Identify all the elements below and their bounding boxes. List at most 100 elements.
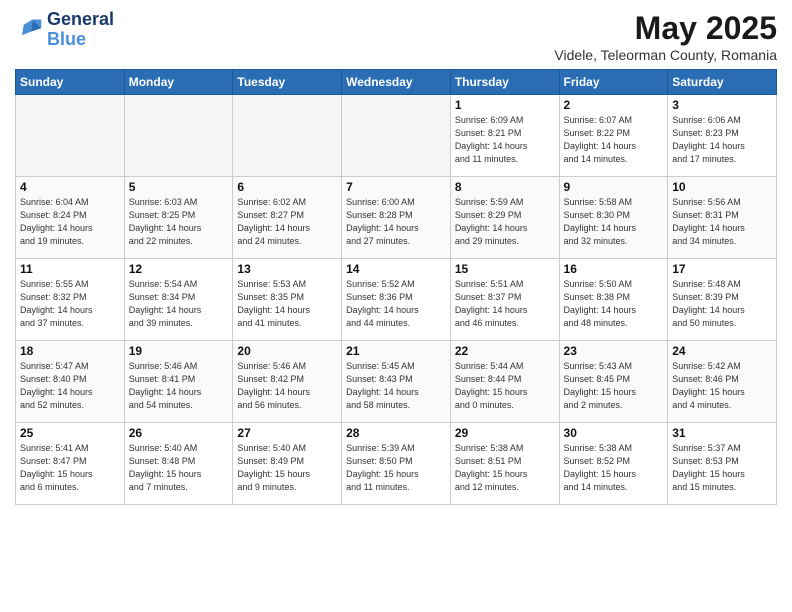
day-number: 23 bbox=[564, 344, 664, 358]
calendar-cell: 13 Sunrise: 5:53 AM Sunset: 8:35 PM Dayli… bbox=[233, 259, 342, 341]
header: General Blue May 2025 Videle, Teleorman … bbox=[15, 10, 777, 63]
day-number: 21 bbox=[346, 344, 446, 358]
calendar-cell: 19 Sunrise: 5:46 AM Sunset: 8:41 PM Dayli… bbox=[124, 341, 233, 423]
day-info: Sunrise: 5:51 AM Sunset: 8:37 PM Dayligh… bbox=[455, 278, 555, 330]
day-number: 9 bbox=[564, 180, 664, 194]
calendar-week-3: 11 Sunrise: 5:55 AM Sunset: 8:32 PM Dayli… bbox=[16, 259, 777, 341]
logo-line2: Blue bbox=[47, 30, 114, 50]
day-number: 7 bbox=[346, 180, 446, 194]
calendar-cell: 25 Sunrise: 5:41 AM Sunset: 8:47 PM Dayli… bbox=[16, 423, 125, 505]
logo: General Blue bbox=[15, 10, 114, 50]
calendar-cell: 27Sunrise: 5:40 AM Sunset: 8:49 PM Dayli… bbox=[233, 423, 342, 505]
day-number: 20 bbox=[237, 344, 337, 358]
day-info: Sunrise: 6:03 AM Sunset: 8:25 PM Dayligh… bbox=[129, 196, 229, 248]
day-number: 10 bbox=[672, 180, 772, 194]
subtitle: Videle, Teleorman County, Romania bbox=[554, 47, 777, 63]
day-info: Sunrise: 6:06 AM Sunset: 8:23 PM Dayligh… bbox=[672, 114, 772, 166]
col-thursday: Thursday bbox=[450, 70, 559, 95]
calendar: Sunday Monday Tuesday Wednesday Thursday… bbox=[15, 69, 777, 505]
calendar-cell bbox=[16, 95, 125, 177]
calendar-cell: 16Sunrise: 5:50 AM Sunset: 8:38 PM Dayli… bbox=[559, 259, 668, 341]
day-info: Sunrise: 5:38 AM Sunset: 8:51 PM Dayligh… bbox=[455, 442, 555, 494]
calendar-cell: 3 Sunrise: 6:06 AM Sunset: 8:23 PM Daylig… bbox=[668, 95, 777, 177]
calendar-cell: 7 Sunrise: 6:00 AM Sunset: 8:28 PM Daylig… bbox=[342, 177, 451, 259]
day-number: 26 bbox=[129, 426, 229, 440]
day-info: Sunrise: 5:37 AM Sunset: 8:53 PM Dayligh… bbox=[672, 442, 772, 494]
day-info: Sunrise: 6:04 AM Sunset: 8:24 PM Dayligh… bbox=[20, 196, 120, 248]
calendar-cell: 30 Sunrise: 5:38 AM Sunset: 8:52 PM Dayli… bbox=[559, 423, 668, 505]
day-info: Sunrise: 5:40 AM Sunset: 8:48 PM Dayligh… bbox=[129, 442, 229, 494]
day-info: Sunrise: 5:54 AM Sunset: 8:34 PM Dayligh… bbox=[129, 278, 229, 330]
day-number: 28 bbox=[346, 426, 446, 440]
logo-line1: General bbox=[47, 10, 114, 30]
day-info: Sunrise: 5:42 AM Sunset: 8:46 PM Dayligh… bbox=[672, 360, 772, 412]
calendar-cell: 29 Sunrise: 5:38 AM Sunset: 8:51 PM Dayli… bbox=[450, 423, 559, 505]
day-number: 14 bbox=[346, 262, 446, 276]
day-info: Sunrise: 5:56 AM Sunset: 8:31 PM Dayligh… bbox=[672, 196, 772, 248]
calendar-cell: 24 Sunrise: 5:42 AM Sunset: 8:46 PM Dayli… bbox=[668, 341, 777, 423]
day-number: 15 bbox=[455, 262, 555, 276]
calendar-cell: 17 Sunrise: 5:48 AM Sunset: 8:39 PM Dayli… bbox=[668, 259, 777, 341]
calendar-week-4: 18 Sunrise: 5:47 AM Sunset: 8:40 PM Dayli… bbox=[16, 341, 777, 423]
calendar-week-5: 25 Sunrise: 5:41 AM Sunset: 8:47 PM Dayli… bbox=[16, 423, 777, 505]
day-number: 30 bbox=[564, 426, 664, 440]
day-info: Sunrise: 5:46 AM Sunset: 8:42 PM Dayligh… bbox=[237, 360, 337, 412]
calendar-cell: 20 Sunrise: 5:46 AM Sunset: 8:42 PM Dayli… bbox=[233, 341, 342, 423]
day-number: 18 bbox=[20, 344, 120, 358]
day-info: Sunrise: 5:48 AM Sunset: 8:39 PM Dayligh… bbox=[672, 278, 772, 330]
day-info: Sunrise: 5:55 AM Sunset: 8:32 PM Dayligh… bbox=[20, 278, 120, 330]
calendar-week-1: 1 Sunrise: 6:09 AM Sunset: 8:21 PM Daylig… bbox=[16, 95, 777, 177]
calendar-cell bbox=[233, 95, 342, 177]
day-info: Sunrise: 6:09 AM Sunset: 8:21 PM Dayligh… bbox=[455, 114, 555, 166]
col-friday: Friday bbox=[559, 70, 668, 95]
day-number: 1 bbox=[455, 98, 555, 112]
calendar-cell: 8Sunrise: 5:59 AM Sunset: 8:29 PM Daylig… bbox=[450, 177, 559, 259]
day-info: Sunrise: 5:47 AM Sunset: 8:40 PM Dayligh… bbox=[20, 360, 120, 412]
day-info: Sunrise: 5:52 AM Sunset: 8:36 PM Dayligh… bbox=[346, 278, 446, 330]
day-info: Sunrise: 5:46 AM Sunset: 8:41 PM Dayligh… bbox=[129, 360, 229, 412]
calendar-cell bbox=[342, 95, 451, 177]
calendar-cell: 28 Sunrise: 5:39 AM Sunset: 8:50 PM Dayli… bbox=[342, 423, 451, 505]
calendar-cell: 5 Sunrise: 6:03 AM Sunset: 8:25 PM Daylig… bbox=[124, 177, 233, 259]
calendar-week-2: 4 Sunrise: 6:04 AM Sunset: 8:24 PM Daylig… bbox=[16, 177, 777, 259]
day-info: Sunrise: 5:58 AM Sunset: 8:30 PM Dayligh… bbox=[564, 196, 664, 248]
day-number: 31 bbox=[672, 426, 772, 440]
calendar-cell: 14 Sunrise: 5:52 AM Sunset: 8:36 PM Dayli… bbox=[342, 259, 451, 341]
day-info: Sunrise: 5:53 AM Sunset: 8:35 PM Dayligh… bbox=[237, 278, 337, 330]
day-number: 16 bbox=[564, 262, 664, 276]
calendar-cell: 1 Sunrise: 6:09 AM Sunset: 8:21 PM Daylig… bbox=[450, 95, 559, 177]
day-number: 4 bbox=[20, 180, 120, 194]
day-info: Sunrise: 5:43 AM Sunset: 8:45 PM Dayligh… bbox=[564, 360, 664, 412]
day-info: Sunrise: 5:45 AM Sunset: 8:43 PM Dayligh… bbox=[346, 360, 446, 412]
day-info: Sunrise: 5:39 AM Sunset: 8:50 PM Dayligh… bbox=[346, 442, 446, 494]
logo-icon bbox=[15, 16, 43, 44]
day-number: 5 bbox=[129, 180, 229, 194]
day-number: 11 bbox=[20, 262, 120, 276]
col-wednesday: Wednesday bbox=[342, 70, 451, 95]
day-number: 3 bbox=[672, 98, 772, 112]
day-info: Sunrise: 5:59 AM Sunset: 8:29 PM Dayligh… bbox=[455, 196, 555, 248]
day-info: Sunrise: 5:38 AM Sunset: 8:52 PM Dayligh… bbox=[564, 442, 664, 494]
calendar-cell: 4 Sunrise: 6:04 AM Sunset: 8:24 PM Daylig… bbox=[16, 177, 125, 259]
day-info: Sunrise: 5:41 AM Sunset: 8:47 PM Dayligh… bbox=[20, 442, 120, 494]
day-number: 24 bbox=[672, 344, 772, 358]
calendar-cell: 10 Sunrise: 5:56 AM Sunset: 8:31 PM Dayli… bbox=[668, 177, 777, 259]
calendar-cell: 2 Sunrise: 6:07 AM Sunset: 8:22 PM Daylig… bbox=[559, 95, 668, 177]
day-number: 13 bbox=[237, 262, 337, 276]
day-number: 17 bbox=[672, 262, 772, 276]
day-number: 25 bbox=[20, 426, 120, 440]
day-info: Sunrise: 6:02 AM Sunset: 8:27 PM Dayligh… bbox=[237, 196, 337, 248]
day-info: Sunrise: 6:00 AM Sunset: 8:28 PM Dayligh… bbox=[346, 196, 446, 248]
title-block: May 2025 Videle, Teleorman County, Roman… bbox=[554, 10, 777, 63]
day-info: Sunrise: 6:07 AM Sunset: 8:22 PM Dayligh… bbox=[564, 114, 664, 166]
day-number: 2 bbox=[564, 98, 664, 112]
calendar-cell: 11 Sunrise: 5:55 AM Sunset: 8:32 PM Dayli… bbox=[16, 259, 125, 341]
calendar-cell: 21 Sunrise: 5:45 AM Sunset: 8:43 PM Dayli… bbox=[342, 341, 451, 423]
day-info: Sunrise: 5:44 AM Sunset: 8:44 PM Dayligh… bbox=[455, 360, 555, 412]
day-number: 19 bbox=[129, 344, 229, 358]
day-number: 12 bbox=[129, 262, 229, 276]
day-number: 22 bbox=[455, 344, 555, 358]
col-sunday: Sunday bbox=[16, 70, 125, 95]
calendar-cell: 12 Sunrise: 5:54 AM Sunset: 8:34 PM Dayli… bbox=[124, 259, 233, 341]
day-number: 29 bbox=[455, 426, 555, 440]
